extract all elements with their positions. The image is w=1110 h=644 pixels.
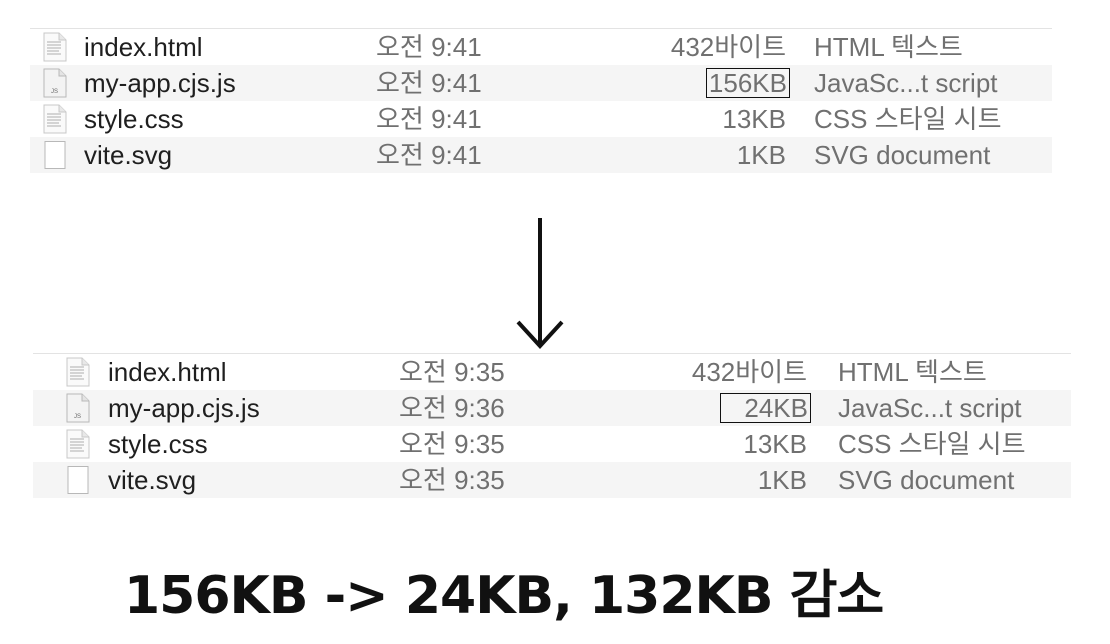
svg-file-icon (44, 141, 66, 169)
file-size: 13KB (722, 104, 786, 134)
file-row[interactable]: JS my-app.cjs.js 오전 9:41 156KB JavaSc...… (30, 65, 1052, 101)
file-date-modified: 오전 9:35 (399, 429, 505, 459)
file-date-modified: 오전 9:41 (376, 32, 482, 62)
file-size: 432바이트 (670, 32, 786, 62)
svg-text:JS: JS (74, 414, 81, 420)
css-document-icon (66, 429, 90, 459)
file-name: style.css (108, 429, 208, 459)
file-date-modified: 오전 9:35 (399, 357, 505, 387)
file-kind: CSS 스타일 시트 (838, 429, 1026, 459)
file-date-modified: 오전 9:41 (376, 140, 482, 170)
file-date-modified: 오전 9:41 (376, 68, 482, 98)
file-kind: HTML 텍스트 (814, 32, 963, 62)
html-document-icon (43, 32, 67, 62)
file-size: 1KB (757, 465, 807, 495)
down-arrow-icon (516, 218, 564, 349)
file-date-modified: 오전 9:36 (399, 393, 505, 423)
file-name: index.html (108, 357, 227, 387)
file-kind: CSS 스타일 시트 (814, 104, 1002, 134)
highlight-box: 156KB (705, 68, 790, 98)
file-row[interactable]: JS my-app.cjs.js 오전 9:36 24KB JavaSc...t… (33, 390, 1071, 426)
file-row[interactable]: vite.svg 오전 9:35 1KB SVG document (33, 462, 1071, 498)
file-name: vite.svg (84, 140, 173, 170)
file-kind: JavaSc...t script (838, 393, 1022, 423)
file-kind: SVG document (838, 465, 1015, 495)
file-name: index.html (84, 32, 203, 62)
file-name: my-app.cjs.js (108, 393, 260, 423)
file-list-after: index.html 오전 9:35 432바이트 HTML 텍스트 JS my… (33, 353, 1071, 498)
file-date-modified: 오전 9:35 (399, 465, 505, 495)
file-row[interactable]: index.html 오전 9:35 432바이트 HTML 텍스트 (33, 354, 1071, 390)
file-name: my-app.cjs.js (84, 68, 236, 98)
file-kind: HTML 텍스트 (838, 357, 987, 387)
file-date-modified: 오전 9:41 (376, 104, 482, 134)
file-size: 13KB (743, 429, 807, 459)
javascript-file-icon: JS (66, 393, 90, 423)
svg-text:JS: JS (51, 89, 58, 95)
file-kind: JavaSc...t script (814, 68, 998, 98)
file-size-highlighted: 24KB (613, 390, 811, 426)
file-kind: SVG document (814, 140, 991, 170)
size-reduction-summary: 156KB -> 24KB, 132KB 감소 (124, 566, 884, 626)
file-size: 1KB (736, 140, 786, 170)
file-size: 432바이트 (691, 357, 807, 387)
highlight-box: 24KB (720, 393, 811, 423)
file-name: vite.svg (108, 465, 197, 495)
file-name: style.css (84, 104, 184, 134)
file-row[interactable]: style.css 오전 9:41 13KB CSS 스타일 시트 (30, 101, 1052, 137)
javascript-file-icon: JS (43, 68, 67, 98)
svg-file-icon (67, 466, 89, 494)
file-row[interactable]: index.html 오전 9:41 432바이트 HTML 텍스트 (30, 29, 1052, 65)
file-row[interactable]: style.css 오전 9:35 13KB CSS 스타일 시트 (33, 426, 1071, 462)
html-document-icon (66, 357, 90, 387)
file-list-before: index.html 오전 9:41 432바이트 HTML 텍스트 JS my… (30, 28, 1052, 173)
file-size-highlighted: 156KB (590, 65, 790, 101)
file-row[interactable]: vite.svg 오전 9:41 1KB SVG document (30, 137, 1052, 173)
css-document-icon (43, 104, 67, 134)
